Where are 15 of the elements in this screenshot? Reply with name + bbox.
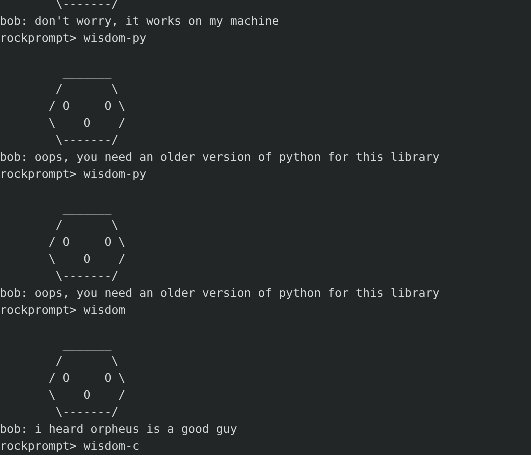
- ascii-art-rock: _______ / \ / O O \ \ O / \-------/: [48, 336, 126, 421]
- command-text: wisdom: [84, 302, 126, 319]
- prompt-label: rockprompt>: [0, 438, 77, 455]
- ascii-art-rock: _______ / \ / O O \ \ O / \-------/: [48, 200, 126, 285]
- output-line: bob: oops, you need an older version of python for this library: [0, 285, 440, 302]
- output-line: bob: i heard orpheus is a good guy: [0, 421, 238, 438]
- ascii-art-rock: _______ / \ / O O \ \ O / \-------/: [48, 64, 126, 149]
- command-text: wisdom-py: [84, 166, 147, 183]
- prompt-label: rockprompt>: [0, 166, 77, 183]
- prompt-label: rockprompt>: [0, 302, 77, 319]
- command-text: wisdom-py: [84, 30, 147, 47]
- command-text: wisdom-c: [84, 438, 140, 455]
- output-line: bob: oops, you need an older version of python for this library: [0, 149, 440, 166]
- prompt-label: rockprompt>: [0, 30, 77, 47]
- output-line: bob: don't worry, it works on my machine: [0, 13, 280, 30]
